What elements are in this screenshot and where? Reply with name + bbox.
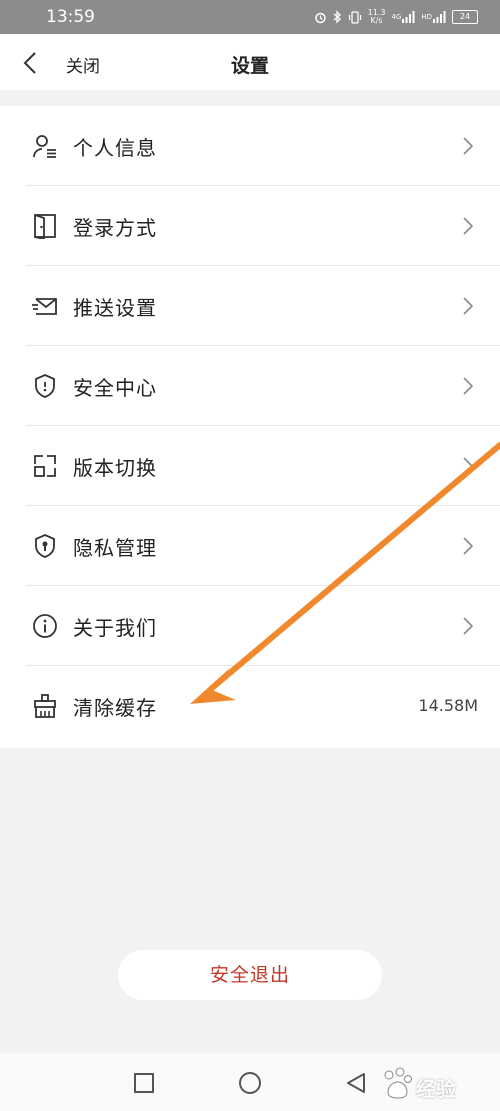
page-title: 设置 [230, 55, 269, 77]
status-time: 13:59 [46, 7, 95, 27]
item-label: 登录方式 [73, 216, 157, 240]
chevron-right-icon [463, 137, 473, 155]
settings-item-privacy-management[interactable]: 隐私管理 [0, 506, 500, 586]
bluetooth-icon [333, 10, 342, 24]
item-label: 推送设置 [73, 296, 157, 320]
status-icons: 11.3 K/s 4G HD 24 [314, 9, 478, 25]
broom-icon [34, 694, 56, 718]
item-label: 个人信息 [73, 136, 157, 160]
settings-item-about-us[interactable]: 关于我们 [0, 586, 500, 666]
item-label: 版本切换 [73, 456, 157, 480]
status-bar: 13:59 11.3 K/s 4G HD 24 [0, 0, 500, 34]
paw-logo-icon [384, 1067, 412, 1099]
cache-size-value: 14.58M [418, 696, 478, 715]
chevron-right-icon [463, 377, 473, 395]
net-speed: 11.3 K/s [368, 9, 386, 25]
switch-icon [34, 455, 56, 477]
info-icon [33, 614, 57, 638]
settings-item-push-settings[interactable]: 推送设置 [0, 266, 500, 346]
battery-icon: 24 [452, 10, 478, 24]
item-label: 关于我们 [73, 616, 157, 640]
watermark-text: 经验 [416, 1077, 456, 1101]
recent-apps-icon[interactable] [132, 1071, 156, 1095]
net-speed-unit: K/s [370, 16, 383, 25]
settings-item-version-switch[interactable]: 版本切换 [0, 426, 500, 506]
alarm-icon [314, 11, 327, 24]
back-nav-icon[interactable] [344, 1071, 368, 1095]
vibrate-icon [348, 10, 362, 24]
shield-icon [35, 374, 55, 398]
logout-button[interactable]: 安全退出 [118, 950, 382, 1000]
signal-hd-icon: HD [421, 11, 446, 23]
settings-item-personal-info[interactable]: 个人信息 [0, 106, 500, 186]
baidu-watermark: 经验 [380, 1062, 498, 1106]
chevron-right-icon [463, 297, 473, 315]
header: 关闭 设置 [0, 34, 500, 90]
item-label: 隐私管理 [73, 536, 157, 560]
privacy-shield-icon [35, 534, 55, 558]
chevron-right-icon [463, 537, 473, 555]
settings-item-security-center[interactable]: 安全中心 [0, 346, 500, 426]
chevron-right-icon [463, 617, 473, 635]
item-label: 安全中心 [73, 376, 157, 400]
settings-list: 个人信息 登录方式 推送设置 安全中心 版本切换 隐私管理 关于我们 清除缓存 … [0, 106, 500, 748]
settings-item-clear-cache[interactable]: 清除缓存 14.58M [0, 666, 500, 746]
chevron-right-icon [463, 217, 473, 235]
user-card-icon [33, 135, 56, 158]
signal-icon: 4G [391, 11, 415, 23]
chevron-right-icon [463, 457, 473, 475]
item-label: 清除缓存 [73, 696, 157, 720]
home-icon[interactable] [238, 1071, 262, 1095]
signal-hd-label: HD [421, 13, 432, 21]
door-icon [34, 214, 56, 239]
signal-label: 4G [391, 13, 402, 21]
envelope-icon [32, 298, 57, 315]
settings-item-login-method[interactable]: 登录方式 [0, 186, 500, 266]
